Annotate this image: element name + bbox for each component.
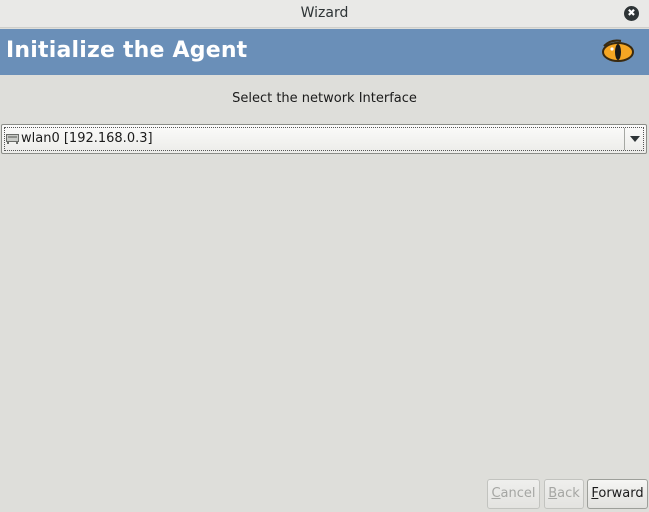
cat-eye-logo-icon bbox=[602, 39, 634, 62]
back-button[interactable]: Back bbox=[544, 479, 584, 509]
header-banner: Initialize the Agent bbox=[0, 29, 649, 75]
network-card-icon bbox=[6, 134, 19, 144]
selected-interface: wlan0 [192.168.0.3] bbox=[21, 131, 153, 146]
back-label: ack bbox=[557, 486, 580, 501]
cancel-button[interactable]: Cancel bbox=[487, 479, 540, 509]
cancel-mnemonic: C bbox=[491, 486, 501, 501]
combo-separator bbox=[624, 128, 625, 150]
window-title: Wizard bbox=[300, 5, 349, 21]
forward-button[interactable]: Forward bbox=[587, 479, 648, 509]
back-mnemonic: B bbox=[548, 486, 558, 501]
page-title: Initialize the Agent bbox=[6, 38, 248, 63]
wizard-window: Wizard ✖ Initialize the Agent Select the… bbox=[0, 0, 649, 512]
close-icon[interactable]: ✖ bbox=[624, 6, 639, 21]
title-bar[interactable]: Wizard ✖ bbox=[0, 0, 649, 28]
network-interface-prompt: Select the network Interface bbox=[232, 91, 417, 106]
forward-label: orward bbox=[598, 486, 644, 501]
chevron-down-icon[interactable] bbox=[630, 136, 640, 142]
network-interface-select[interactable]: wlan0 [192.168.0.3] bbox=[1, 124, 647, 154]
cancel-label: ancel bbox=[500, 486, 536, 501]
